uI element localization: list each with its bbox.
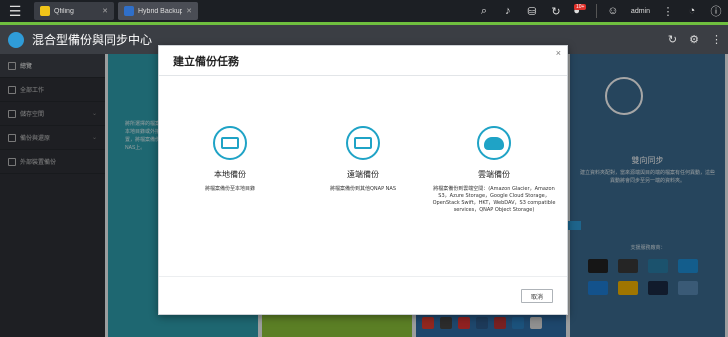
more-icon[interactable]: ⋮ — [711, 33, 722, 46]
divider — [159, 276, 567, 277]
qfiling-icon — [40, 6, 50, 16]
local-backup-icon — [213, 126, 247, 160]
search-icon[interactable]: ⌕ — [472, 0, 496, 22]
qnap-info-icon[interactable]: ⓘ — [704, 0, 728, 22]
option-remote-backup[interactable]: 遠端備份 將檔案備份到其他QNAP NAS — [298, 126, 428, 193]
notification-badge: 10+ — [574, 4, 587, 10]
system-topbar: ☰ Qfiling ✕ Hybrid Backup Sync ✕ ⌕ ♪ ⛁ ↻… — [0, 0, 728, 22]
volume-icon[interactable]: ♪ — [496, 0, 520, 22]
settings-gear-icon[interactable]: ⚙ — [689, 33, 699, 46]
app-logo-icon — [8, 31, 24, 48]
option-description: 將檔案備份到其他QNAP NAS — [329, 186, 397, 192]
username[interactable]: admin — [625, 8, 656, 15]
user-avatar-icon[interactable]: ☺ — [601, 0, 625, 22]
close-icon[interactable]: ✕ — [186, 7, 192, 15]
dashboard-icon[interactable]: ◔ — [680, 0, 704, 22]
more-options-icon[interactable]: ⋮ — [656, 0, 680, 22]
dialog-title: 建立備份任務 — [173, 55, 239, 68]
close-icon[interactable]: × — [556, 48, 561, 58]
app-title: 混合型備份與同步中心 — [32, 33, 153, 47]
tab-label: Hybrid Backup Sync — [138, 7, 183, 15]
option-description: 將檔案備份至本地目錄 — [204, 186, 255, 192]
option-title: 本地備份 — [214, 170, 246, 179]
option-title: 雲端備份 — [478, 170, 510, 179]
remote-backup-icon — [346, 126, 380, 160]
option-local-backup[interactable]: 本地備份 將檔案備份至本地目錄 — [165, 126, 295, 193]
create-backup-job-dialog: 建立備份任務 × 本地備份 將檔案備份至本地目錄 遠端備份 將檔案備份到其他QN… — [158, 45, 568, 315]
cloud-backup-icon — [477, 126, 511, 160]
tab-label: Qfiling — [54, 7, 74, 15]
notification-icon[interactable]: ● 10+ — [568, 0, 592, 22]
option-title: 遠端備份 — [347, 170, 379, 179]
option-description: 將檔案備份到雲端空間：(Amazon Glacier，Amazon S3，Azu… — [432, 186, 556, 213]
user-activity-icon[interactable]: ⛁ — [520, 0, 544, 22]
divider — [595, 4, 597, 18]
hybrid-backup-sync-icon — [124, 6, 134, 16]
sync-status-icon[interactable]: ↻ — [544, 0, 568, 22]
option-cloud-backup[interactable]: 雲端備份 將檔案備份到雲端空間：(Amazon Glacier，Amazon S… — [429, 126, 559, 214]
divider — [159, 75, 567, 76]
close-icon[interactable]: ✕ — [102, 7, 108, 15]
taskbar-tab-hybrid-backup-sync[interactable]: Hybrid Backup Sync ✕ — [118, 2, 198, 20]
main-menu-button[interactable]: ☰ — [0, 0, 30, 22]
cancel-button[interactable]: 取消 — [521, 289, 553, 303]
refresh-icon[interactable]: ↻ — [668, 33, 677, 46]
taskbar-tab-qfiling[interactable]: Qfiling ✕ — [34, 2, 114, 20]
